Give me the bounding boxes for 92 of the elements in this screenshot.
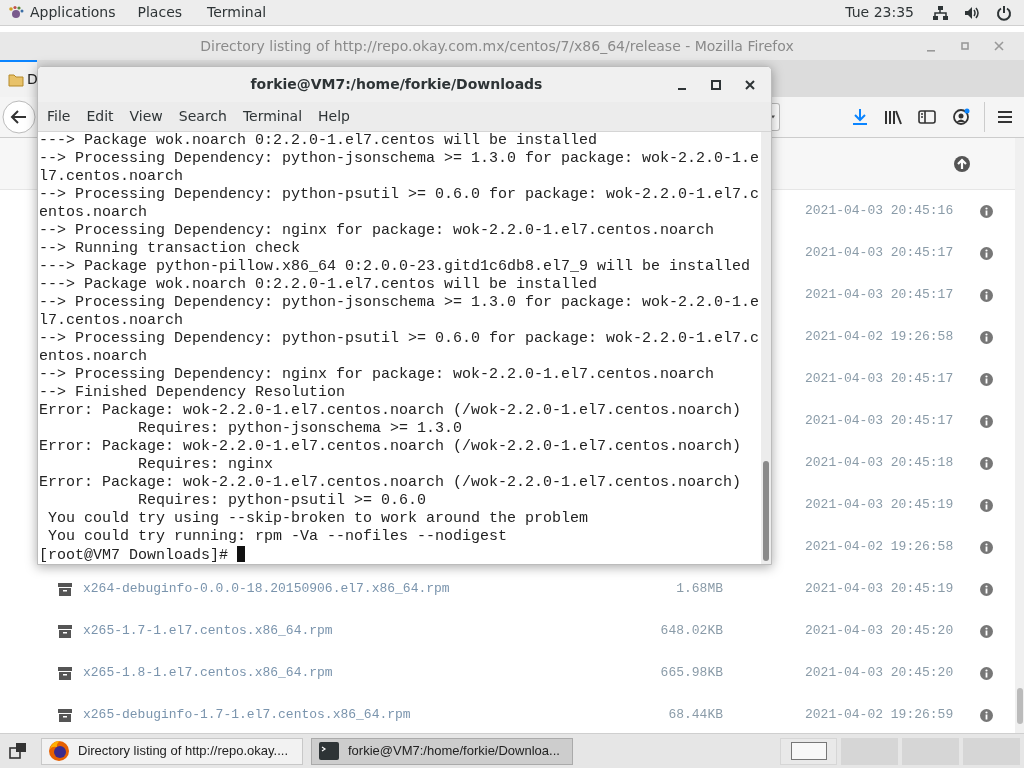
menu-item[interactable]: File bbox=[38, 106, 79, 127]
terminal-line: Requires: python-psutil >= 0.6.0 bbox=[137, 492, 428, 510]
info-icon[interactable] bbox=[980, 372, 993, 386]
terminal-line: Requires: python-jsonschema >= 1.3.0 bbox=[137, 420, 464, 438]
power-icon[interactable] bbox=[996, 4, 1012, 21]
download-icon[interactable] bbox=[852, 108, 868, 126]
account-icon[interactable] bbox=[952, 108, 970, 126]
shell-prompt: [root@VM7 Downloads]# bbox=[39, 547, 230, 564]
taskbar-button[interactable]: Directory listing of http://repo.okay.... bbox=[41, 737, 303, 765]
file-date: 2021-04-03 20:45:17 bbox=[805, 412, 954, 431]
file-date: 2021-04-03 20:45:17 bbox=[805, 286, 954, 305]
info-icon[interactable] bbox=[980, 498, 993, 512]
file-date: 2021-04-03 20:45:17 bbox=[805, 244, 954, 263]
terminal-line: entos.noarch bbox=[39, 348, 149, 366]
file-date: 2021-04-03 20:45:16 bbox=[805, 202, 954, 221]
scrollbar-thumb[interactable] bbox=[763, 461, 769, 561]
terminal-line: Requires: nginx bbox=[137, 456, 275, 474]
info-icon[interactable] bbox=[980, 246, 993, 260]
menu-item[interactable]: Help bbox=[310, 106, 358, 127]
info-icon[interactable] bbox=[980, 624, 993, 638]
info-icon[interactable] bbox=[980, 414, 993, 428]
browser-icon bbox=[48, 740, 70, 762]
clock[interactable]: Tue 23:35 bbox=[845, 2, 914, 23]
top-menu[interactable]: Terminal bbox=[193, 2, 278, 23]
menu-icon[interactable] bbox=[997, 110, 1013, 124]
terminal-line: entos.noarch bbox=[39, 204, 149, 222]
foot-icon[interactable] bbox=[8, 4, 24, 21]
file-size: 648.02KB bbox=[660, 622, 723, 641]
scrollbar-thumb[interactable] bbox=[1017, 688, 1023, 724]
terminal-line: --> Processing Dependency: python-jsonschema >= 1.3.0 for package: wok-2.2.0-1.e bbox=[39, 294, 761, 312]
folder-icon bbox=[8, 72, 24, 87]
terminal-line: --> Running transaction check bbox=[39, 240, 302, 258]
menu-item[interactable]: Search bbox=[170, 106, 235, 127]
info-icon[interactable] bbox=[980, 582, 993, 596]
file-size: 68.44KB bbox=[668, 706, 723, 725]
window-title: forkie@VM7:/home/forkie/Downloads bbox=[249, 75, 544, 94]
info-icon[interactable] bbox=[980, 288, 993, 302]
archive-icon bbox=[58, 666, 72, 680]
terminal-line: ---> Package wok.noarch 0:2.2.0-1.el7.centos will be installed bbox=[39, 276, 599, 294]
terminal-line: Error: Package: wok-2.2.0-1.el7.centos.noarch (/wok-2.2.0-1.el7.centos.noarch) bbox=[39, 438, 743, 456]
terminal-line: --> Processing Dependency: python-psutil >= 0.6.0 for package: wok-2.2.0-1.el7.c bbox=[39, 330, 761, 348]
show-desktop-icon[interactable] bbox=[9, 742, 27, 760]
info-icon[interactable] bbox=[980, 204, 993, 218]
terminal-line: --> Processing Dependency: nginx for package: wok-2.2.0-1.el7.centos.noarch bbox=[39, 222, 716, 240]
info-icon[interactable] bbox=[980, 540, 993, 554]
file-date: 2021-04-03 20:45:17 bbox=[805, 370, 954, 389]
terminal-icon bbox=[318, 740, 340, 762]
file-date: 2021-04-03 20:45:20 bbox=[805, 664, 954, 683]
terminal-line: --> Processing Dependency: python-jsonschema >= 1.3.0 for package: wok-2.2.0-1.e bbox=[39, 150, 761, 168]
terminal-line: You could try running: rpm -Va --nofiles --nodigest bbox=[47, 528, 509, 546]
info-icon[interactable] bbox=[980, 330, 993, 344]
terminal-line: --> Finished Dependency Resolution bbox=[39, 384, 347, 402]
top-menu[interactable]: Places bbox=[126, 2, 194, 23]
file-date: 2021-04-03 20:45:19 bbox=[805, 580, 954, 599]
file-date: 2021-04-02 19:26:58 bbox=[805, 328, 954, 347]
sidebar-icon[interactable] bbox=[918, 109, 936, 125]
terminal-line: l7.centos.noarch bbox=[39, 168, 185, 186]
info-icon[interactable] bbox=[980, 456, 993, 470]
window-title: Directory listing of http://repo.okay.com.mx/centos/7/x86_64/release - Mozilla Firefox bbox=[199, 36, 795, 56]
file-date: 2021-04-03 20:45:18 bbox=[805, 454, 954, 473]
caret-icon bbox=[771, 115, 775, 119]
archive-icon bbox=[58, 624, 72, 638]
file-date: 2021-04-02 19:26:59 bbox=[805, 706, 954, 725]
terminal-line: You could try using --skip-broken to work around the problem bbox=[47, 510, 590, 528]
terminal-line: l7.centos.noarch bbox=[39, 312, 185, 330]
terminal-line: Error: Package: wok-2.2.0-1.el7.centos.noarch (/wok-2.2.0-1.el7.centos.noarch) bbox=[39, 402, 743, 420]
library-icon[interactable] bbox=[884, 109, 902, 125]
menu-item[interactable]: Terminal bbox=[234, 106, 311, 127]
file-date: 2021-04-02 19:26:58 bbox=[805, 538, 954, 557]
network-icon[interactable] bbox=[932, 4, 948, 21]
back-icon[interactable] bbox=[2, 100, 36, 134]
terminal-line: ---> Package wok.noarch 0:2.2.0-1.el7.centos will be installed bbox=[39, 132, 599, 150]
info-icon[interactable] bbox=[980, 708, 993, 722]
top-menu[interactable]: Applications bbox=[24, 2, 127, 23]
file-date: 2021-04-03 20:45:19 bbox=[805, 496, 954, 515]
file-size: 665.98KB bbox=[660, 664, 723, 683]
file-size: 1.68MB bbox=[676, 580, 723, 599]
terminal-line: --> Processing Dependency: nginx for package: wok-2.2.0-1.el7.centos.noarch bbox=[39, 366, 716, 384]
menu-item[interactable]: Edit bbox=[78, 106, 122, 127]
archive-icon bbox=[58, 582, 72, 596]
archive-icon bbox=[58, 708, 72, 722]
taskbar-button[interactable]: forkie@VM7:/home/forkie/Downloa... bbox=[311, 737, 573, 765]
info-icon[interactable] bbox=[980, 666, 993, 680]
terminal-line: Error: Package: wok-2.2.0-1.el7.centos.noarch (/wok-2.2.0-1.el7.centos.noarch) bbox=[39, 474, 743, 492]
terminal-line: --> Processing Dependency: python-psutil >= 0.6.0 for package: wok-2.2.0-1.el7.c bbox=[39, 186, 761, 204]
text-cursor bbox=[237, 546, 246, 562]
up-icon[interactable] bbox=[953, 154, 971, 173]
menu-item[interactable]: View bbox=[121, 106, 171, 127]
browser-tab[interactable]: D bbox=[0, 60, 37, 97]
file-date: 2021-04-03 20:45:20 bbox=[805, 622, 954, 641]
workspace[interactable] bbox=[780, 737, 837, 765]
terminal-line: ---> Package python-pillow.x86_64 0:2.0.0-23.gitd1c6db8.el7_9 will be installed bbox=[39, 258, 752, 276]
